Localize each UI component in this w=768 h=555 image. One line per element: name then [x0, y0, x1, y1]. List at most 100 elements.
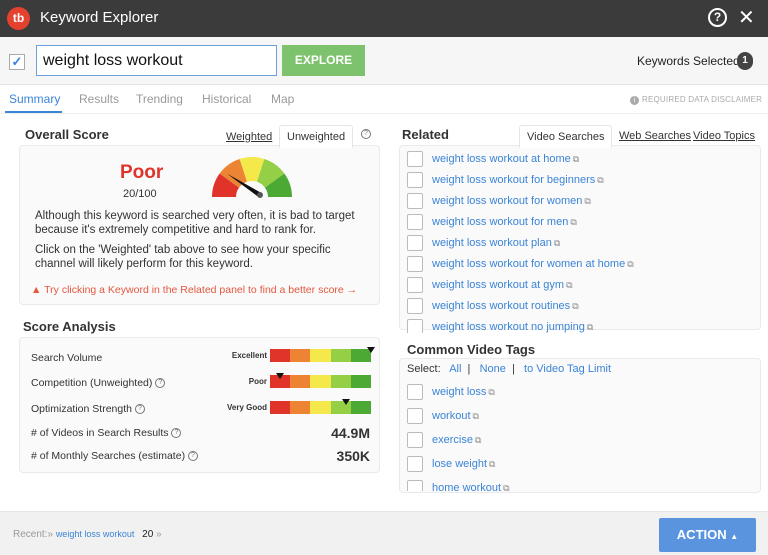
external-link-icon[interactable]: ⧉: [473, 411, 479, 421]
tag-link[interactable]: lose weight: [432, 458, 487, 470]
select-keyword-checkbox[interactable]: ✓: [9, 54, 25, 70]
related-keyword-link[interactable]: weight loss workout no jumping: [432, 321, 585, 333]
competition-label: Competition (Unweighted) ?: [31, 377, 166, 389]
related-keyword-link[interactable]: weight loss workout for beginners: [432, 174, 595, 186]
explore-button[interactable]: EXPLORE: [282, 45, 365, 76]
tab-video-searches[interactable]: Video Searches: [519, 125, 613, 148]
score-tip[interactable]: ▲ Try clicking a Keyword in the Related …: [31, 284, 357, 296]
action-button[interactable]: ACTION ▲: [659, 518, 756, 552]
score-value: 20/100: [123, 188, 157, 200]
keywords-selected-badge[interactable]: 1: [737, 52, 753, 70]
tag-item: weight loss ⧉: [407, 384, 495, 402]
related-checkbox[interactable]: [407, 193, 423, 209]
tag-link[interactable]: workout: [432, 410, 471, 422]
recent-more-link[interactable]: »: [156, 529, 162, 540]
search-volume-rating: Excellent: [231, 351, 267, 360]
related-checkbox[interactable]: [407, 319, 423, 333]
external-link-icon[interactable]: ⧉: [488, 387, 494, 397]
bar-segment: [330, 349, 351, 362]
external-link-icon[interactable]: ⧉: [489, 459, 495, 469]
tag-checkbox[interactable]: [407, 408, 423, 424]
data-disclaimer-link[interactable]: i REQUIRED DATA DISCLAIMER: [630, 95, 762, 105]
optimization-label-text: Optimization Strength: [31, 403, 132, 415]
help-icon[interactable]: ?: [134, 404, 145, 415]
external-link-icon[interactable]: ⧉: [573, 154, 579, 164]
tab-trending[interactable]: Trending: [136, 92, 183, 106]
related-heading: Related: [402, 127, 449, 142]
tab-unweighted[interactable]: Unweighted: [279, 125, 354, 148]
footer: Recent:» weight loss workout 20 » ACTION…: [0, 511, 768, 555]
close-icon[interactable]: ✕: [738, 5, 755, 30]
warning-icon: ▲: [31, 284, 42, 296]
tab-map[interactable]: Map: [271, 92, 294, 106]
caret-up-icon: ▲: [730, 532, 739, 541]
related-checkbox[interactable]: [407, 151, 423, 167]
external-link-icon[interactable]: ⧉: [572, 301, 578, 311]
related-keyword-link[interactable]: weight loss workout at home: [432, 153, 571, 165]
tab-video-topics[interactable]: Video Topics: [693, 130, 755, 142]
related-item: weight loss workout at gym ⧉: [407, 277, 573, 295]
tab-weighted[interactable]: Weighted: [226, 131, 272, 143]
external-link-icon[interactable]: ⧉: [554, 238, 560, 248]
keyword-input[interactable]: [36, 45, 277, 76]
external-link-icon[interactable]: ⧉: [503, 483, 509, 491]
external-link-icon[interactable]: ⧉: [597, 175, 603, 185]
tag-select-row: Select: All | None | to Video Tag Limit: [407, 363, 612, 375]
tag-link[interactable]: home workout: [432, 482, 501, 491]
related-item: weight loss workout for beginners ⧉: [407, 172, 604, 190]
bar-segment: [290, 375, 311, 388]
external-link-icon[interactable]: ⧉: [570, 217, 576, 227]
tag-checkbox[interactable]: [407, 480, 423, 491]
related-checkbox[interactable]: [407, 214, 423, 230]
tag-item: home workout ⧉: [407, 480, 510, 491]
tag-link[interactable]: weight loss: [432, 386, 486, 398]
external-link-icon[interactable]: ⧉: [475, 435, 481, 445]
related-keyword-link[interactable]: weight loss workout for men: [432, 216, 568, 228]
tag-item: exercise ⧉: [407, 432, 481, 450]
related-checkbox[interactable]: [407, 256, 423, 272]
bar-segment: [310, 349, 331, 362]
info-icon: i: [630, 96, 639, 105]
rating-marker-icon: [341, 399, 350, 412]
window-title: Keyword Explorer: [40, 9, 159, 26]
related-keyword-link[interactable]: weight loss workout for women: [432, 195, 582, 207]
related-checkbox[interactable]: [407, 235, 423, 251]
related-keyword-link[interactable]: weight loss workout routines: [432, 300, 570, 312]
related-checkbox[interactable]: [407, 298, 423, 314]
related-checkbox[interactable]: [407, 277, 423, 293]
score-description: Although this keyword is searched very o…: [35, 210, 355, 236]
tag-checkbox[interactable]: [407, 456, 423, 472]
external-link-icon[interactable]: ⧉: [584, 196, 590, 206]
external-link-icon[interactable]: ⧉: [587, 322, 593, 332]
help-icon[interactable]: ?: [361, 129, 371, 139]
help-icon[interactable]: ?: [171, 428, 182, 439]
related-keyword-link[interactable]: weight loss workout at gym: [432, 279, 564, 291]
tag-link[interactable]: exercise: [432, 434, 473, 446]
tab-results[interactable]: Results: [79, 92, 119, 106]
recent-count: 20: [142, 529, 154, 540]
competition-rating: Poor: [248, 377, 267, 386]
recent-label: Recent:»: [13, 529, 54, 540]
help-icon[interactable]: ?: [708, 8, 727, 27]
tab-historical[interactable]: Historical: [202, 92, 251, 106]
related-keyword-link[interactable]: weight loss workout plan: [432, 237, 552, 249]
related-item: weight loss workout for women at home ⧉: [407, 256, 634, 274]
tag-checkbox[interactable]: [407, 432, 423, 448]
help-icon[interactable]: ?: [155, 378, 166, 389]
related-keyword-link[interactable]: weight loss workout for women at home: [432, 258, 625, 270]
help-icon[interactable]: ?: [188, 451, 198, 462]
score-analysis-heading: Score Analysis: [23, 319, 116, 334]
select-tag-limit-link[interactable]: to Video Tag Limit: [524, 363, 611, 375]
tab-summary[interactable]: Summary: [9, 92, 60, 106]
external-link-icon[interactable]: ⧉: [566, 280, 572, 290]
competition-bar: [270, 373, 372, 388]
select-all-link[interactable]: All: [449, 363, 461, 375]
recent-keyword-link[interactable]: weight loss workout: [56, 529, 135, 539]
recent-searches: Recent:» weight loss workout 20 »: [13, 529, 162, 540]
tab-web-searches[interactable]: Web Searches: [619, 130, 691, 142]
external-link-icon[interactable]: ⧉: [627, 259, 633, 269]
select-none-link[interactable]: None: [480, 363, 506, 375]
competition-label-text: Competition (Unweighted): [31, 377, 153, 389]
related-checkbox[interactable]: [407, 172, 423, 188]
tag-checkbox[interactable]: [407, 384, 423, 400]
